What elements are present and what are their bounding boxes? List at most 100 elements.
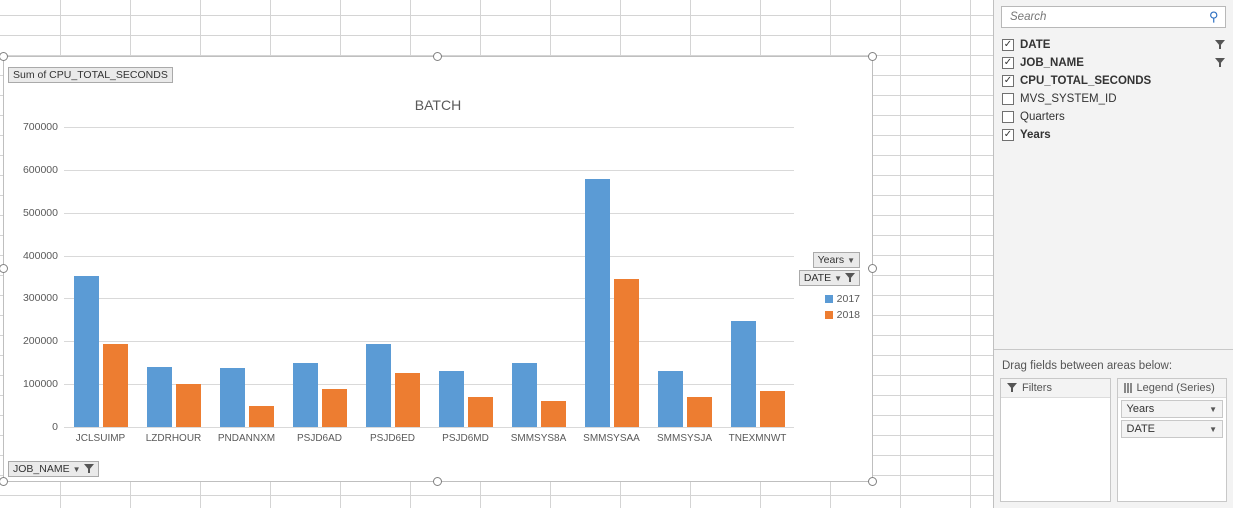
bar-2018[interactable] xyxy=(687,397,712,427)
category-group: SMMSYSAA xyxy=(575,127,648,427)
bar-2018[interactable] xyxy=(176,384,201,427)
field-cpu_total_seconds[interactable]: ✓ CPU_TOTAL_SECONDS xyxy=(1002,72,1225,90)
bar-2017[interactable] xyxy=(147,367,172,427)
checkbox[interactable]: ✓ xyxy=(1002,129,1014,141)
search-input[interactable] xyxy=(1008,10,1209,24)
resize-handle[interactable] xyxy=(868,477,877,486)
field-label: Years xyxy=(1020,129,1225,141)
value-field-label: Sum of CPU_TOTAL_SECONDS xyxy=(13,69,168,81)
filter-icon xyxy=(84,464,94,474)
legend: 2017 2018 xyxy=(825,293,860,325)
x-axis-label: LZDRHOUR xyxy=(137,427,210,444)
field-label: DATE xyxy=(1020,39,1209,51)
filter-icon[interactable] xyxy=(1215,58,1225,68)
pivot-chart[interactable]: Sum of CPU_TOTAL_SECONDS BATCH 010000020… xyxy=(3,56,873,482)
resize-handle[interactable] xyxy=(0,264,8,273)
bar-2017[interactable] xyxy=(731,321,756,427)
area-item-date[interactable]: DATE▼ xyxy=(1121,420,1224,438)
legend-field-date-button[interactable]: DATE ▼ xyxy=(799,270,860,286)
x-axis-label: SMMSYS8A xyxy=(502,427,575,444)
dropdown-icon: ▼ xyxy=(73,465,81,474)
filters-header-label: Filters xyxy=(1022,382,1052,394)
search-box[interactable]: ⚲ xyxy=(1001,6,1226,28)
search-icon: ⚲ xyxy=(1209,9,1219,25)
checkbox[interactable] xyxy=(1002,111,1014,123)
bar-2018[interactable] xyxy=(249,406,274,427)
category-group: LZDRHOUR xyxy=(137,127,210,427)
legend-item[interactable]: 2017 xyxy=(825,293,860,305)
y-axis-label: 300000 xyxy=(9,292,64,304)
x-axis-label: JCLSUIMP xyxy=(64,427,137,444)
bar-2018[interactable] xyxy=(103,344,128,427)
bar-2017[interactable] xyxy=(74,276,99,427)
legend-label: 2018 xyxy=(837,309,860,321)
field-job_name[interactable]: ✓JOB_NAME xyxy=(1002,54,1225,72)
bar-2018[interactable] xyxy=(468,397,493,427)
legend-field-date-label: DATE xyxy=(804,272,831,284)
category-group: PSJD6MD xyxy=(429,127,502,427)
filter-icon xyxy=(845,273,855,283)
legend-field-years-button[interactable]: Years ▼ xyxy=(813,252,860,268)
field-years[interactable]: ✓ Years xyxy=(1002,126,1225,144)
checkbox[interactable]: ✓ xyxy=(1002,39,1014,51)
chart-title: BATCH xyxy=(4,97,872,113)
axis-field-button[interactable]: JOB_NAME ▼ xyxy=(8,461,99,477)
bar-2018[interactable] xyxy=(614,279,639,427)
bar-2017[interactable] xyxy=(220,368,245,427)
legend-swatch xyxy=(825,295,833,303)
bar-2017[interactable] xyxy=(585,179,610,427)
legend-swatch xyxy=(825,311,833,319)
checkbox[interactable]: ✓ xyxy=(1002,57,1014,69)
bar-2018[interactable] xyxy=(395,373,420,427)
y-axis-label: 700000 xyxy=(9,121,64,133)
checkbox[interactable]: ✓ xyxy=(1002,75,1014,87)
bar-2017[interactable] xyxy=(293,363,318,427)
y-axis-label: 500000 xyxy=(9,207,64,219)
bar-2017[interactable] xyxy=(439,371,464,427)
filter-icon xyxy=(1007,383,1017,393)
category-group: SMMSYSJA xyxy=(648,127,721,427)
field-list-panel: ⚲ ✓DATE✓JOB_NAME✓CPU_TOTAL_SECONDSMVS_SY… xyxy=(993,0,1233,508)
y-axis-label: 100000 xyxy=(9,378,64,390)
bar-2017[interactable] xyxy=(658,371,683,427)
dropdown-icon: ▼ xyxy=(1209,405,1217,414)
field-label: CPU_TOTAL_SECONDS xyxy=(1020,75,1225,87)
legend-header: Legend (Series) xyxy=(1118,379,1227,398)
field-label: Quarters xyxy=(1020,111,1225,123)
value-field-button[interactable]: Sum of CPU_TOTAL_SECONDS xyxy=(8,67,173,83)
bar-2017[interactable] xyxy=(366,344,391,427)
area-item-years[interactable]: Years ▼ xyxy=(1121,400,1224,418)
field-mvs_system_id[interactable]: MVS_SYSTEM_ID xyxy=(1002,90,1225,108)
category-group: JCLSUIMP xyxy=(64,127,137,427)
areas: Filters Legend (Series) Years ▼ DATE▼ xyxy=(994,378,1233,508)
bar-2018[interactable] xyxy=(541,401,566,427)
dropdown-icon: ▼ xyxy=(847,256,855,265)
resize-handle[interactable] xyxy=(433,477,442,486)
x-axis-label: PSJD6MD xyxy=(429,427,502,444)
field-quarters[interactable]: Quarters xyxy=(1002,108,1225,126)
y-axis-label: 200000 xyxy=(9,335,64,347)
resize-handle[interactable] xyxy=(868,264,877,273)
y-axis-label: 400000 xyxy=(9,250,64,262)
bar-2018[interactable] xyxy=(322,389,347,427)
x-axis-label: TNEXMNWT xyxy=(721,427,794,444)
area-item-label: Years xyxy=(1127,403,1155,415)
legend-item[interactable]: 2018 xyxy=(825,309,860,321)
field-date[interactable]: ✓ DATE xyxy=(1002,36,1225,54)
legend-label: 2017 xyxy=(837,293,860,305)
category-group: PSJD6ED xyxy=(356,127,429,427)
resize-handle[interactable] xyxy=(433,52,442,61)
category-group: SMMSYS8A xyxy=(502,127,575,427)
filter-icon[interactable] xyxy=(1215,40,1225,50)
legend-header-label: Legend (Series) xyxy=(1137,382,1215,394)
bar-2017[interactable] xyxy=(512,363,537,427)
category-group: TNEXMNWT xyxy=(721,127,794,427)
areas-label: Drag fields between areas below: xyxy=(994,349,1233,378)
resize-handle[interactable] xyxy=(0,52,8,61)
checkbox[interactable] xyxy=(1002,93,1014,105)
filters-area[interactable]: Filters xyxy=(1000,378,1111,502)
legend-area[interactable]: Legend (Series) Years ▼ DATE▼ xyxy=(1117,378,1228,502)
bar-2018[interactable] xyxy=(760,391,785,427)
resize-handle[interactable] xyxy=(868,52,877,61)
dropdown-icon: ▼ xyxy=(834,274,842,283)
